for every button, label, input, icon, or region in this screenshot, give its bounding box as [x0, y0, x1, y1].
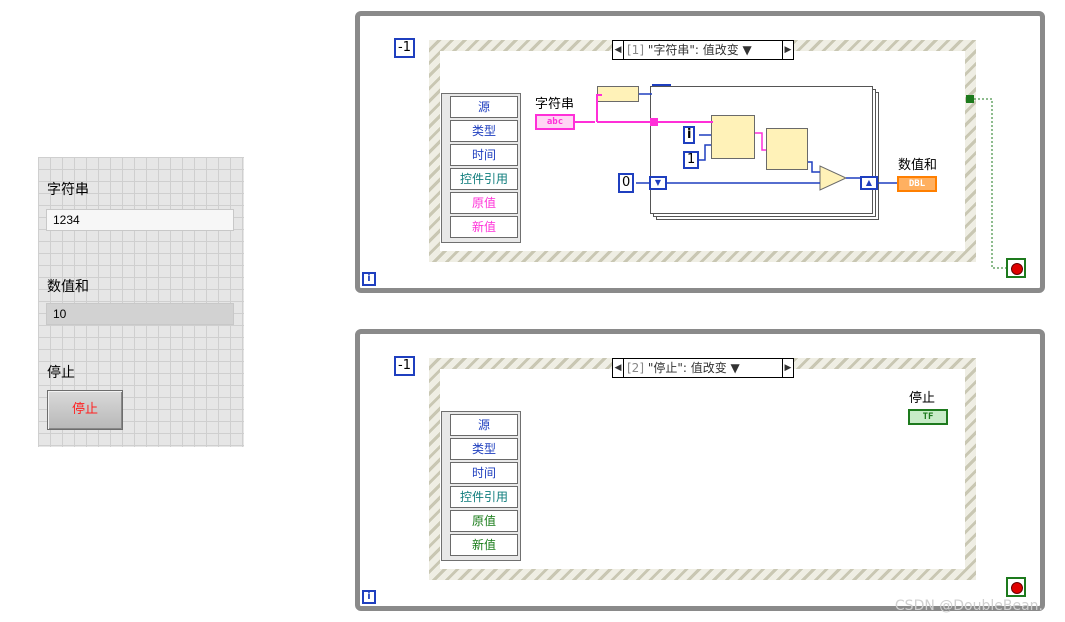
- stop-tunnel-1: [966, 95, 974, 103]
- add-function-icon: [819, 165, 848, 191]
- node-row-source: 源: [450, 414, 518, 436]
- timeout-constant-2[interactable]: -1: [394, 356, 415, 376]
- watermark: CSDN @DoubleBean.: [894, 598, 1043, 614]
- node-row-time: 时间: [450, 462, 518, 484]
- stop-terminal-label: 停止: [909, 391, 936, 406]
- loop-condition-1[interactable]: [1006, 258, 1026, 278]
- string-wire: [575, 94, 713, 123]
- number-wire: [808, 161, 820, 173]
- sum-type-text: DBL: [908, 179, 926, 189]
- stop-wire-1: [974, 98, 1006, 269]
- node-row-ctlref: 控件引用: [450, 486, 518, 508]
- node-row-newval: 新值: [450, 534, 518, 556]
- subset-wire: [755, 132, 766, 151]
- node-row-oldval: 原值: [450, 510, 518, 532]
- iteration-terminal-2: i: [362, 590, 376, 604]
- prev-case-arrow-icon[interactable]: ◀: [613, 359, 624, 377]
- sum-wire: [636, 177, 897, 184]
- stop-terminal[interactable]: TF: [908, 409, 948, 425]
- string-tunnel: [650, 118, 658, 126]
- stop-sign-icon: [1011, 582, 1023, 594]
- next-case-arrow-icon[interactable]: ▶: [782, 359, 793, 377]
- index-length-wire: [699, 134, 711, 161]
- case-index: [2]: [627, 361, 644, 375]
- loop-condition-2[interactable]: [1006, 577, 1026, 597]
- stop-sign-icon: [1011, 263, 1023, 275]
- sum-terminal-label: 数值和: [898, 158, 938, 173]
- case-title: "停止": 值改变: [647, 361, 727, 375]
- event-data-node-2[interactable]: 源 类型 时间 控件引用 原值 新值: [441, 411, 521, 561]
- sum-terminal[interactable]: DBL: [897, 176, 937, 192]
- event-case-selector-2[interactable]: ◀ [2] "停止": 值改变 ▼ ▶: [612, 358, 794, 378]
- node-row-type: 类型: [450, 438, 518, 460]
- stop-type-text: TF: [922, 412, 934, 422]
